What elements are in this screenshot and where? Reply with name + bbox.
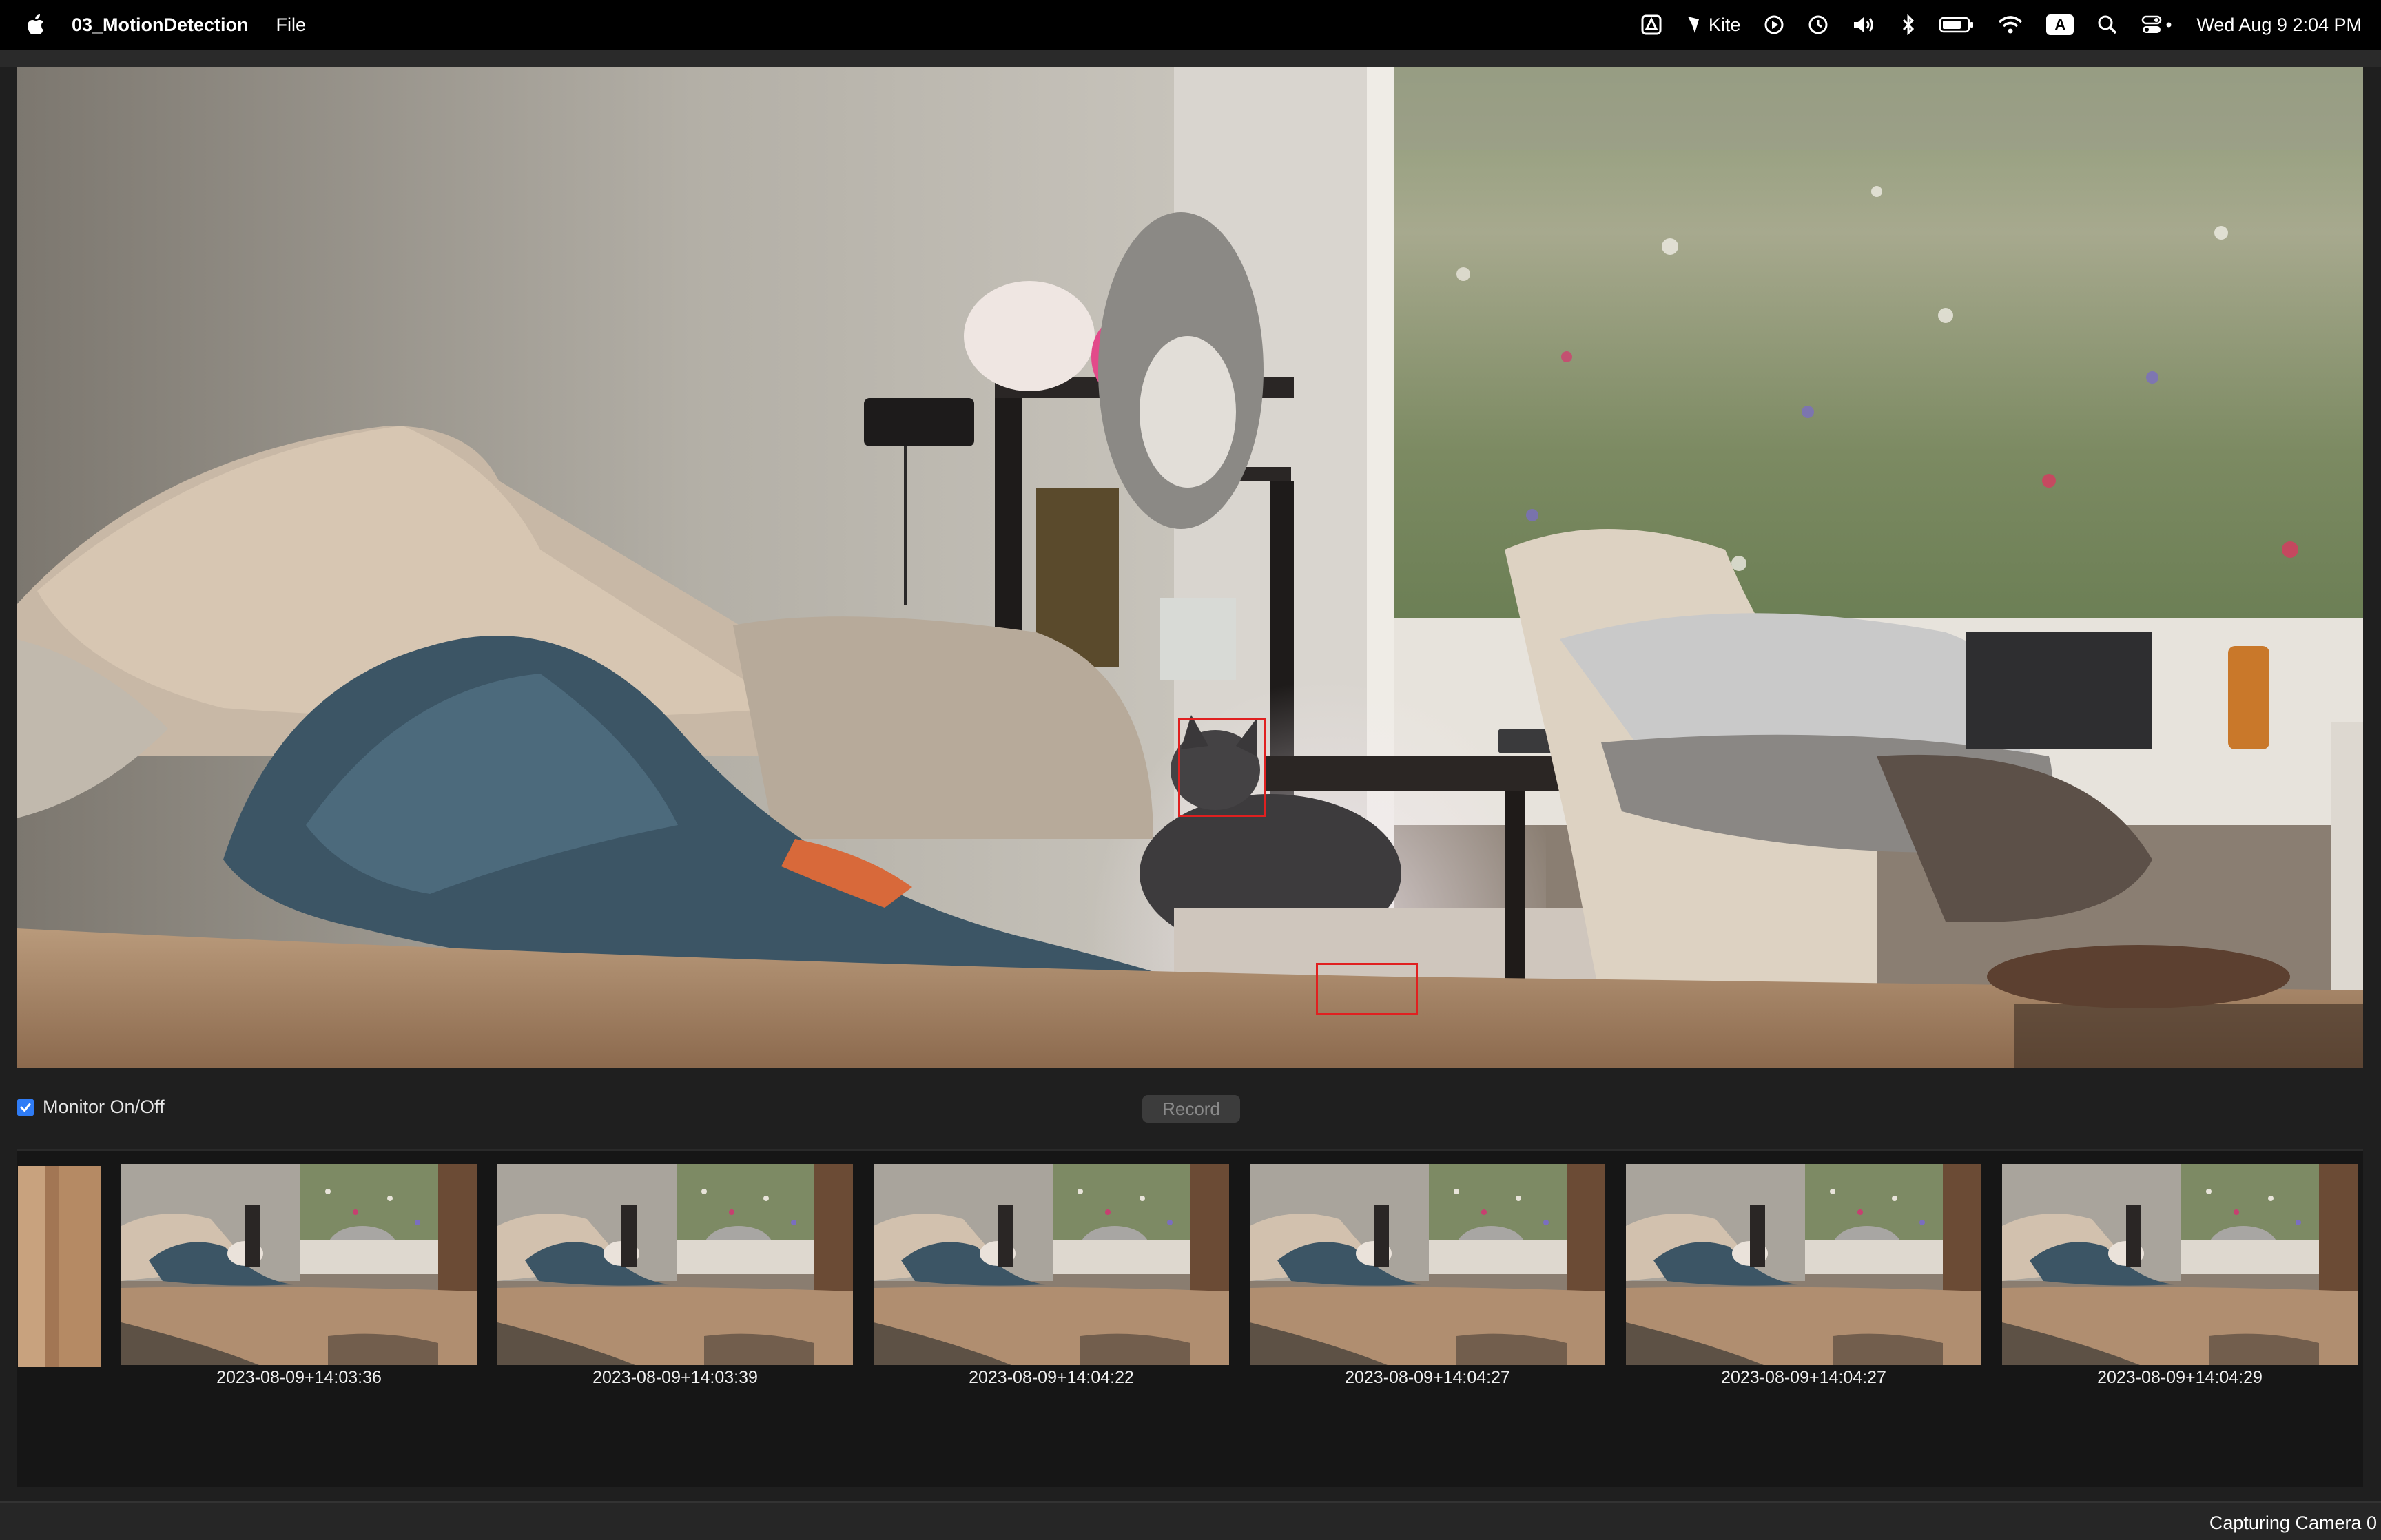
input-source-badge[interactable]: A: [2046, 14, 2074, 35]
menu-bar: 03_MotionDetection File Kite A Wed Aug 9…: [0, 0, 2381, 50]
thumbnail-partial[interactable]: [18, 1166, 101, 1367]
thumbnail-timestamp: 2023-08-09+14:03:39: [592, 1368, 758, 1387]
thumbnail-item[interactable]: [874, 1164, 1229, 1365]
thumbnail-image: [874, 1164, 1229, 1365]
thumbnail-item[interactable]: [497, 1164, 853, 1365]
live-camera-view: [17, 67, 2363, 1068]
thumbnail-timestamp: 2023-08-09+14:03:36: [216, 1368, 382, 1387]
app-name-menu[interactable]: 03_MotionDetection: [72, 14, 249, 36]
thumbnail-image: [1250, 1164, 1605, 1365]
thumbnail-image: [497, 1164, 853, 1365]
kite-icon: [1687, 17, 1699, 33]
thumbnail-timestamp: 2023-08-09+14:04:29: [2097, 1368, 2263, 1387]
kite-menu[interactable]: Kite: [1685, 14, 1741, 36]
status-menu-area: Kite A Wed Aug 9 2:04 PM: [1641, 0, 2362, 50]
status-bar: Capturing Camera 0: [0, 1501, 2381, 1540]
camera-frame-image: [17, 67, 2363, 1068]
thumbnail-image: [2002, 1164, 2358, 1365]
thumbnail-timestamp: 2023-08-09+14:04:27: [1345, 1368, 1510, 1387]
thumbnail-item[interactable]: [2002, 1164, 2358, 1365]
menubar-clock[interactable]: Wed Aug 9 2:04 PM: [2196, 14, 2362, 36]
play-icon[interactable]: [1764, 14, 1784, 35]
kite-label: Kite: [1708, 14, 1741, 35]
file-menu[interactable]: File: [276, 14, 307, 36]
motion-detection-box: [1178, 718, 1266, 817]
drive-icon[interactable]: [1641, 14, 1662, 35]
bluetooth-icon[interactable]: [1901, 14, 1915, 35]
battery-icon[interactable]: [1939, 16, 1975, 34]
monitor-checkbox[interactable]: [17, 1098, 34, 1116]
volume-icon[interactable]: [1852, 14, 1878, 35]
thumbnail-item[interactable]: [1250, 1164, 1605, 1365]
control-center-icon[interactable]: [2141, 14, 2173, 35]
monitor-toggle-label: Monitor On/Off: [43, 1096, 165, 1117]
thumbnail-item[interactable]: [1626, 1164, 1981, 1365]
thumbnail-image: [1626, 1164, 1981, 1365]
thumbnail-timestamp: 2023-08-09+14:04:22: [969, 1368, 1134, 1387]
window-top-strip: [0, 50, 2381, 67]
thumbnail-timestamp: 2023-08-09+14:04:27: [1721, 1368, 1886, 1387]
checkmark-icon: [20, 1103, 31, 1112]
apple-menu-icon[interactable]: [26, 13, 47, 37]
search-icon[interactable]: [2097, 14, 2118, 35]
thumbnail-image: [121, 1164, 477, 1365]
time-machine-icon[interactable]: [1808, 14, 1828, 35]
monitor-toggle[interactable]: Monitor On/Off: [17, 1096, 165, 1118]
status-text: Capturing Camera 0: [2209, 1512, 2377, 1533]
motion-detection-box: [1316, 963, 1418, 1015]
thumbnail-item[interactable]: [121, 1164, 477, 1365]
wifi-icon[interactable]: [1998, 15, 2023, 34]
record-button[interactable]: Record: [1142, 1095, 1240, 1123]
